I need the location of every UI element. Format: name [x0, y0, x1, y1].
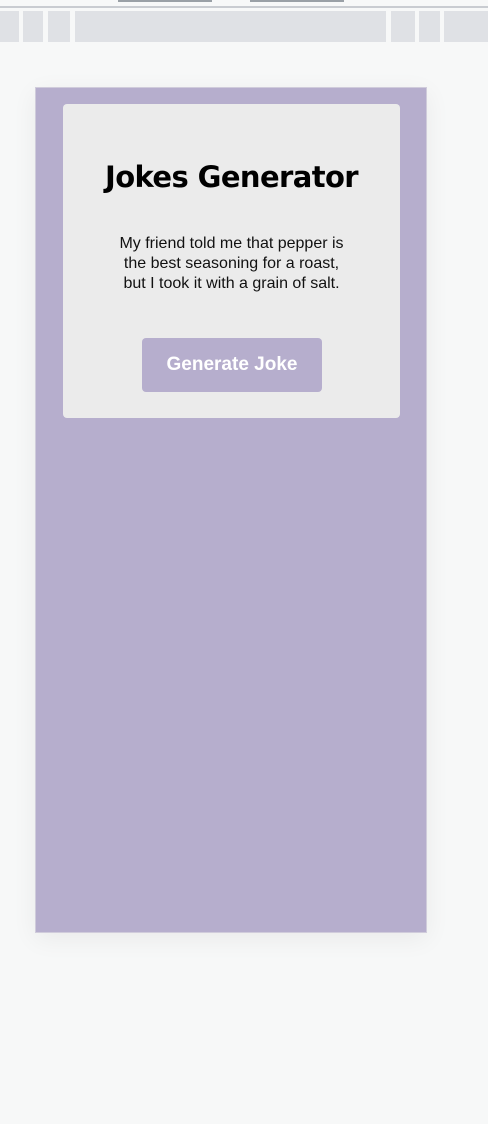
toolbar-segment[interactable] — [419, 11, 440, 42]
toolbar-segment[interactable] — [444, 11, 488, 42]
toolbar-divider — [0, 6, 488, 8]
tab-indicator — [118, 0, 212, 2]
browser-toolbar — [0, 0, 488, 44]
tab-indicator — [250, 0, 344, 2]
joke-text: My friend told me that pepper is the bes… — [119, 235, 344, 292]
toolbar-segment[interactable] — [48, 11, 70, 42]
generate-joke-button[interactable]: Generate Joke — [142, 338, 322, 392]
toolbar-segment[interactable] — [23, 11, 43, 42]
device-viewport: Jokes Generator My friend told me that p… — [35, 87, 427, 933]
toolbar-segment[interactable] — [391, 11, 415, 42]
address-bar[interactable] — [75, 11, 386, 42]
joke-card: Jokes Generator My friend told me that p… — [63, 104, 400, 418]
toolbar-segment[interactable] — [0, 11, 19, 42]
page-title: Jokes Generator — [105, 160, 359, 194]
